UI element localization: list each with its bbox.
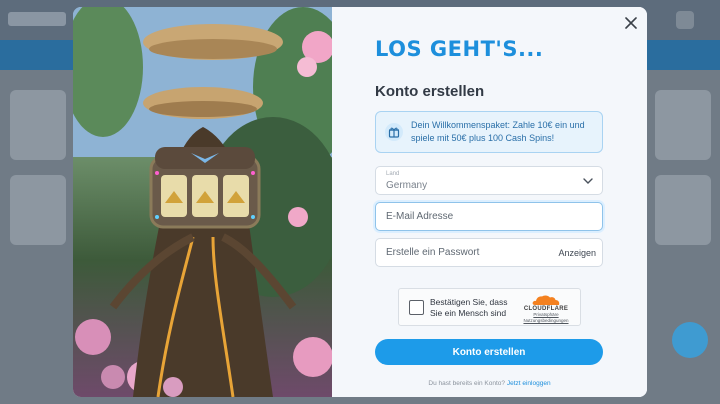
- cloudflare-logo: CLOUDFLARE Privatsphäre Nutzungsbedingun…: [520, 294, 572, 324]
- promo-text: Dein Willkommenspaket: Zahle 10€ ein und…: [411, 120, 585, 143]
- menu-icon: [676, 11, 694, 29]
- backdrop-card: [10, 175, 66, 245]
- close-icon[interactable]: [623, 15, 639, 31]
- gift-badge-icon: [385, 123, 403, 141]
- backdrop-card: [10, 90, 66, 160]
- country-value: Germany: [386, 180, 428, 191]
- create-account-button[interactable]: Konto erstellen: [375, 339, 603, 365]
- backdrop-card: [655, 175, 711, 245]
- captcha-checkbox[interactable]: [409, 300, 424, 315]
- chevron-down-icon: [583, 178, 593, 184]
- backdrop-card: [655, 90, 711, 160]
- email-field[interactable]: [375, 202, 603, 231]
- hero-artwork: [73, 7, 332, 397]
- modal-headline: LOS GEHT'S...: [375, 37, 544, 61]
- signup-modal: LOS GEHT'S... Konto erstellen Dein Willk…: [73, 7, 647, 397]
- captcha-text: Bestätigen Sie, dass Sie ein Mensch sind: [430, 297, 508, 318]
- terms-link[interactable]: Nutzungsbedingungen: [520, 318, 572, 324]
- login-prompt-row: Du hast bereits ein Konto? Jetzt einlogg…: [332, 380, 647, 387]
- password-field[interactable]: Anzeigen: [375, 238, 603, 267]
- login-prompt-text: Du hast bereits ein Konto?: [428, 380, 506, 387]
- country-label: Land: [386, 171, 400, 177]
- country-select[interactable]: Land Germany: [375, 166, 603, 195]
- login-link[interactable]: Jetzt einloggen: [507, 380, 551, 387]
- email-input[interactable]: [386, 203, 546, 230]
- slot-machine-tree-illustration: [73, 7, 332, 397]
- cloudflare-captcha: Bestätigen Sie, dass Sie ein Mensch sind…: [398, 288, 581, 326]
- password-input[interactable]: [386, 239, 546, 266]
- page-title: Konto erstellen: [375, 83, 485, 100]
- welcome-bonus-banner: Dein Willkommenspaket: Zahle 10€ ein und…: [375, 111, 603, 153]
- show-password-button[interactable]: Anzeigen: [558, 248, 596, 258]
- chat-bubble-icon: [672, 322, 708, 358]
- cloud-icon: [532, 295, 560, 305]
- site-logo: [8, 12, 66, 26]
- signup-form: LOS GEHT'S... Konto erstellen Dein Willk…: [332, 7, 647, 397]
